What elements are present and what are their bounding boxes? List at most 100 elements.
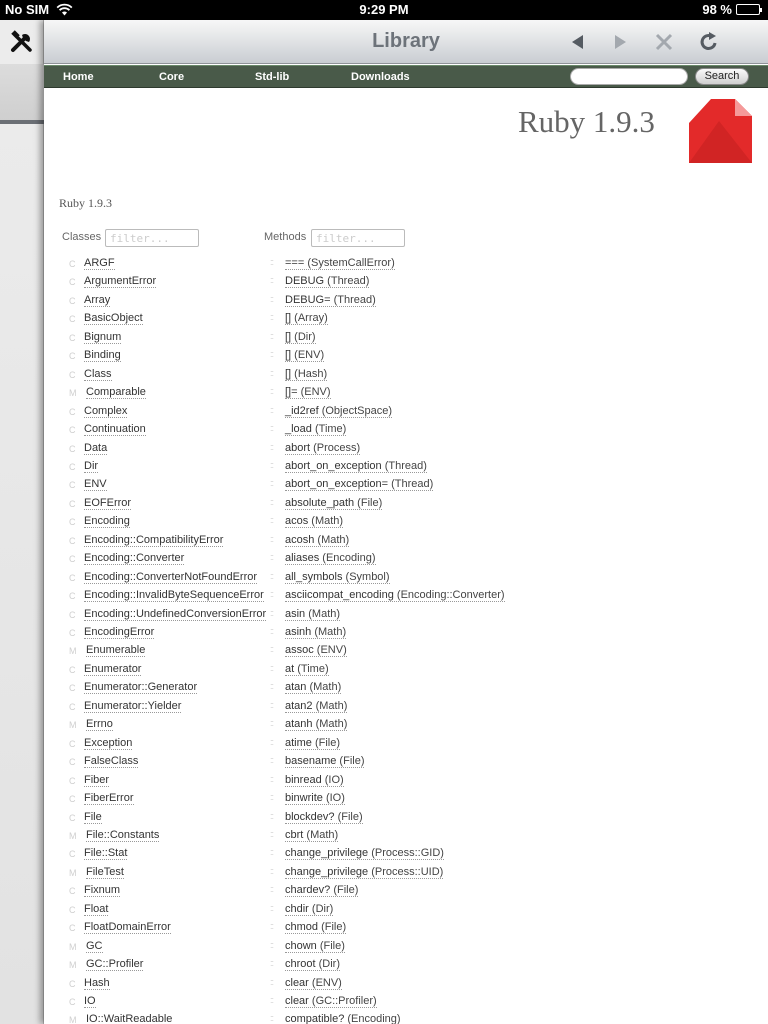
method-link[interactable]: abort_on_exception (Thread) [285,460,427,473]
method-link[interactable]: absolute_path (File) [285,497,383,510]
back-button[interactable] [564,28,592,56]
class-link[interactable]: Complex [84,405,128,418]
class-link[interactable]: Encoding::InvalidByteSequenceError [84,589,264,603]
method-link[interactable]: atan (Math) [285,681,342,695]
class-link[interactable]: Fixnum [84,884,121,898]
method-link[interactable]: atan2 (Math) [285,700,348,713]
tools-button[interactable] [0,20,44,64]
nav-link-std-lib[interactable]: Std-lib [255,71,289,83]
class-link[interactable]: Encoding::UndefinedConversionError [84,608,267,621]
method-link[interactable]: all_symbols (Symbol) [285,571,390,584]
nav-link-home[interactable]: Home [63,71,94,83]
class-link[interactable]: Float [84,903,109,916]
method-link[interactable]: asciicompat_encoding (Encoding::Converte… [285,589,505,603]
method-link[interactable]: at (Time) [285,663,329,676]
method-link[interactable]: abort_on_exception= (Thread) [285,478,434,492]
class-link[interactable]: Class [84,368,112,381]
class-link[interactable]: Enumerator [84,663,142,676]
class-link[interactable]: FloatDomainError [84,921,171,935]
class-link[interactable]: FiberError [84,792,134,806]
method-link[interactable]: asin (Math) [285,608,341,621]
method-link[interactable]: change_privilege (Process::GID) [285,847,444,861]
method-link[interactable]: DEBUG (Thread) [285,275,370,289]
method-link[interactable]: DEBUG= (Thread) [285,294,376,307]
class-link[interactable]: ENV [84,478,107,492]
method-link[interactable]: abort (Process) [285,442,361,455]
method-link[interactable]: binwrite (IO) [285,792,345,806]
class-link[interactable]: GC [86,940,103,953]
class-link[interactable]: Bignum [84,331,122,344]
method-link[interactable]: atime (File) [285,737,341,750]
class-link[interactable]: Encoding [84,515,130,529]
reload-button[interactable] [695,28,723,56]
method-link[interactable]: === (SystemCallError) [285,257,395,270]
class-link[interactable]: Errno [86,718,113,732]
method-link[interactable]: clear (ENV) [285,977,342,990]
stop-button[interactable] [650,28,678,56]
method-link[interactable]: acosh (Math) [285,534,350,547]
class-link[interactable]: Data [84,442,108,455]
forward-button[interactable] [606,28,634,56]
class-link[interactable]: BasicObject [84,312,143,326]
method-link[interactable]: change_privilege (Process::UID) [285,866,444,879]
method-name: chroot [285,958,316,971]
method-link[interactable]: [] (Dir) [285,331,316,344]
class-link[interactable]: ARGF [84,257,115,270]
method-link[interactable]: basename (File) [285,755,365,769]
method-link[interactable]: clear (GC::Profiler) [285,995,377,1008]
class-link[interactable]: Enumerator::Yielder [84,700,182,713]
class-link[interactable]: Array [84,294,111,307]
class-link[interactable]: FileTest [86,866,124,879]
class-link[interactable]: Encoding::Converter [84,552,185,566]
method-link[interactable]: assoc (ENV) [285,644,347,658]
method-link[interactable]: compatible? (Encoding) [285,1013,401,1024]
method-link[interactable]: chroot (Dir) [285,958,341,972]
class-link[interactable]: IO::WaitReadable [86,1013,172,1024]
method-link[interactable]: chmod (File) [285,921,347,935]
class-link[interactable]: File [84,811,102,824]
class-link[interactable]: File::Constants [86,829,160,842]
class-link[interactable]: File::Stat [84,847,128,861]
method-link[interactable]: [] (ENV) [285,349,325,363]
method-owner: (Dir) [315,958,341,971]
method-link[interactable]: []= (ENV) [285,386,331,400]
class-link[interactable]: Continuation [84,423,146,437]
method-link[interactable]: chardev? (File) [285,884,359,898]
search-button[interactable]: Search [695,68,749,85]
class-link[interactable]: Fiber [84,774,110,787]
method-link[interactable]: chown (File) [285,940,345,953]
method-link[interactable]: [] (Array) [285,312,328,326]
class-link[interactable]: FalseClass [84,755,139,769]
method-link[interactable]: _id2ref (ObjectSpace) [285,405,393,418]
nav-link-core[interactable]: Core [159,71,184,83]
class-link[interactable]: Encoding::CompatibilityError [84,534,224,547]
search-input[interactable] [570,68,688,85]
method-link[interactable]: acos (Math) [285,515,344,529]
class-link[interactable]: Dir [84,460,99,473]
method-link[interactable]: asinh (Math) [285,626,347,639]
class-link[interactable]: Enumerable [86,644,146,658]
method-link[interactable]: cbrt (Math) [285,829,339,842]
method-link[interactable]: blockdev? (File) [285,811,363,824]
class-link[interactable]: EncodingError [84,626,155,639]
side-panel-tab[interactable] [0,64,44,124]
method-link[interactable]: binread (IO) [285,774,344,787]
classes-filter-input[interactable] [105,229,199,247]
class-link[interactable]: Binding [84,349,121,363]
method-link[interactable]: _load (Time) [285,423,347,437]
class-link[interactable]: Hash [84,977,110,990]
class-link[interactable]: Exception [84,737,133,750]
nav-link-downloads[interactable]: Downloads [351,71,410,83]
class-link[interactable]: GC::Profiler [86,958,144,972]
class-link[interactable]: Enumerator::Generator [84,681,198,695]
method-link[interactable]: atanh (Math) [285,718,348,732]
method-link[interactable]: [] (Hash) [285,368,328,381]
class-link[interactable]: ArgumentError [84,275,157,289]
class-link[interactable]: EOFError [84,497,132,510]
method-link[interactable]: aliases (Encoding) [285,552,376,566]
class-link[interactable]: Encoding::ConverterNotFoundError [84,571,258,584]
method-link[interactable]: chdir (Dir) [285,903,334,916]
methods-filter-input[interactable] [311,229,405,247]
class-link[interactable]: Comparable [86,386,146,400]
class-link[interactable]: IO [84,995,96,1008]
